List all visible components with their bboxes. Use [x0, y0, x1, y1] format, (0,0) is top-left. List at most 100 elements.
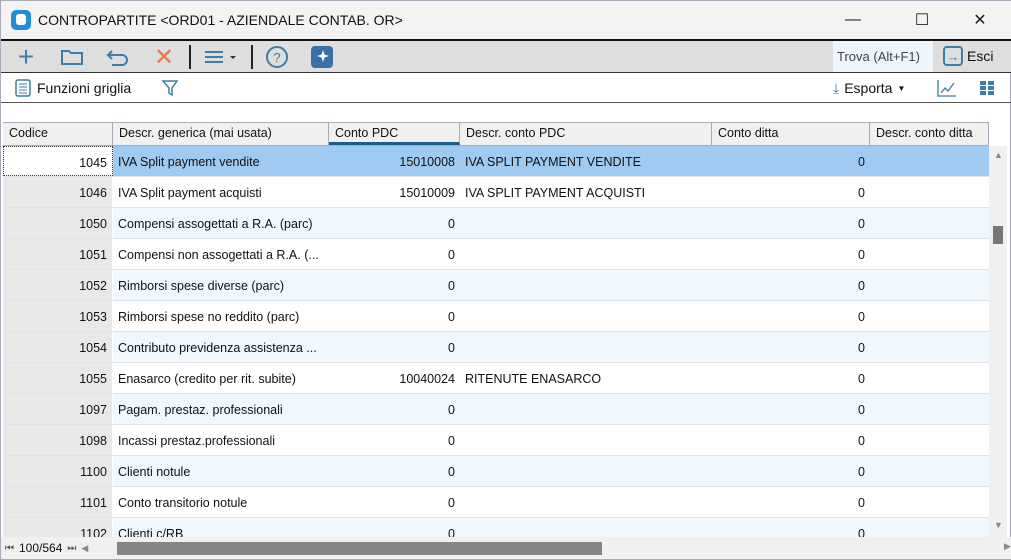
cell-codice[interactable]: 1051	[3, 239, 113, 269]
cell-descr-generica[interactable]: IVA Split payment vendite	[113, 146, 329, 176]
table-row[interactable]: 1100 Clienti notule 0 0	[3, 456, 989, 487]
grid-layout-icon[interactable]	[979, 77, 995, 99]
cell-codice[interactable]: 1055	[3, 363, 113, 393]
column-header-descr-conto-ditta[interactable]: Descr. conto ditta	[870, 123, 989, 145]
cell-conto-ditta[interactable]: 0	[712, 487, 870, 517]
cell-codice[interactable]: 1098	[3, 425, 113, 455]
export-button[interactable]: ⤓ Esporta ▼	[833, 77, 905, 99]
column-header-descr-conto-pdc[interactable]: Descr. conto PDC	[460, 123, 712, 145]
open-folder-icon[interactable]	[57, 44, 87, 70]
table-row[interactable]: 1046 IVA Split payment acquisti 15010009 IV…	[3, 177, 989, 208]
cell-conto-ditta[interactable]: 0	[712, 425, 870, 455]
table-row[interactable]: 1098 Incassi prestaz.professionali 0 0	[3, 425, 989, 456]
cell-conto-ditta[interactable]: 0	[712, 456, 870, 486]
cell-conto-pdc[interactable]: 0	[329, 425, 460, 455]
cell-conto-pdc[interactable]: 0	[329, 518, 460, 537]
cell-conto-pdc[interactable]: 15010008	[329, 146, 460, 176]
cell-codice[interactable]: 1054	[3, 332, 113, 362]
exit-button[interactable]: → Esci	[943, 43, 993, 69]
cell-descr-conto-ditta[interactable]	[870, 425, 989, 455]
last-record-icon[interactable]: ⏭	[67, 543, 76, 554]
cell-descr-generica[interactable]: Compensi non assogettati a R.A. (...	[113, 239, 329, 269]
cell-descr-conto-ditta[interactable]	[870, 394, 989, 424]
minimize-button[interactable]: —	[830, 1, 876, 39]
delete-icon[interactable]: ✕	[149, 44, 179, 71]
cell-descr-generica[interactable]: Conto transitorio notule	[113, 487, 329, 517]
vertical-scroll-thumb[interactable]	[993, 226, 1003, 244]
table-row[interactable]: 1050 Compensi assogettati a R.A. (parc) 0 0	[3, 208, 989, 239]
cell-descr-generica[interactable]: Clienti notule	[113, 456, 329, 486]
cell-descr-conto-pdc[interactable]	[460, 425, 712, 455]
cell-conto-ditta[interactable]: 0	[712, 177, 870, 207]
cell-conto-pdc[interactable]: 0	[329, 301, 460, 331]
cell-descr-conto-pdc[interactable]	[460, 332, 712, 362]
cell-conto-pdc[interactable]: 0	[329, 456, 460, 486]
cell-codice[interactable]: 1053	[3, 301, 113, 331]
ai-assistant-icon[interactable]	[309, 44, 335, 70]
cell-descr-conto-pdc[interactable]	[460, 239, 712, 269]
cell-descr-conto-ditta[interactable]	[870, 456, 989, 486]
cell-descr-conto-pdc[interactable]	[460, 456, 712, 486]
column-header-descr-generica[interactable]: Descr. generica (mai usata)	[113, 123, 329, 145]
table-row[interactable]: 1102 Clienti c/RB 0 0	[3, 518, 989, 537]
cell-descr-conto-pdc[interactable]	[460, 487, 712, 517]
column-header-conto-ditta[interactable]: Conto ditta	[712, 123, 870, 145]
column-header-codice[interactable]: Codice	[3, 123, 113, 145]
add-icon[interactable]: +	[11, 41, 41, 72]
cell-conto-pdc[interactable]: 15010009	[329, 177, 460, 207]
cell-descr-conto-pdc[interactable]	[460, 518, 712, 537]
cell-conto-ditta[interactable]: 0	[712, 301, 870, 331]
scroll-up-icon[interactable]: ▲	[994, 150, 1003, 160]
chart-icon[interactable]	[937, 77, 957, 99]
cell-conto-ditta[interactable]: 0	[712, 146, 870, 176]
cell-descr-conto-ditta[interactable]	[870, 301, 989, 331]
table-row[interactable]: 1054 Contributo previdenza assistenza ...…	[3, 332, 989, 363]
close-button[interactable]: ✕	[957, 1, 1003, 39]
cell-conto-pdc[interactable]: 0	[329, 332, 460, 362]
cell-codice[interactable]: 1052	[3, 270, 113, 300]
cell-descr-conto-pdc[interactable]	[460, 394, 712, 424]
cell-conto-ditta[interactable]: 0	[712, 363, 870, 393]
find-button[interactable]: Trova (Alt+F1)	[833, 41, 933, 72]
cell-conto-pdc[interactable]: 0	[329, 270, 460, 300]
table-row[interactable]: 1055 Enasarco (credito per rit. subite) 10…	[3, 363, 989, 394]
cell-codice[interactable]: 1050	[3, 208, 113, 238]
maximize-button[interactable]: ☐	[899, 1, 945, 39]
cell-descr-conto-pdc[interactable]: IVA SPLIT PAYMENT ACQUISTI	[460, 177, 712, 207]
scroll-down-icon[interactable]: ▼	[994, 520, 1003, 530]
column-header-conto-pdc[interactable]: Conto PDC	[329, 123, 460, 145]
cell-descr-generica[interactable]: Pagam. prestaz. professionali	[113, 394, 329, 424]
cell-descr-generica[interactable]: Compensi assogettati a R.A. (parc)	[113, 208, 329, 238]
cell-descr-conto-ditta[interactable]	[870, 363, 989, 393]
table-row[interactable]: 1053 Rimborsi spese no reddito (parc) 0 0	[3, 301, 989, 332]
table-row[interactable]: 1097 Pagam. prestaz. professionali 0 0	[3, 394, 989, 425]
cell-descr-conto-ditta[interactable]	[870, 208, 989, 238]
table-row[interactable]: 1101 Conto transitorio notule 0 0	[3, 487, 989, 518]
grid-functions-button[interactable]: Funzioni griglia	[14, 77, 131, 99]
cell-conto-ditta[interactable]: 0	[712, 208, 870, 238]
cell-descr-conto-ditta[interactable]	[870, 332, 989, 362]
table-row[interactable]: 1051 Compensi non assogettati a R.A. (...…	[3, 239, 989, 270]
cell-codice[interactable]: 1101	[3, 487, 113, 517]
cell-conto-ditta[interactable]: 0	[712, 270, 870, 300]
cell-codice[interactable]: 1100	[3, 456, 113, 486]
cell-descr-conto-pdc[interactable]: RITENUTE ENASARCO	[460, 363, 712, 393]
cell-conto-pdc[interactable]: 10040024	[329, 363, 460, 393]
cell-descr-conto-ditta[interactable]	[870, 177, 989, 207]
cell-conto-ditta[interactable]: 0	[712, 239, 870, 269]
cell-descr-conto-ditta[interactable]	[870, 270, 989, 300]
cell-descr-conto-pdc[interactable]	[460, 270, 712, 300]
undo-icon[interactable]	[103, 44, 133, 70]
table-row[interactable]: 1045 IVA Split payment vendite 15010008 IVA…	[3, 146, 989, 177]
cell-descr-generica[interactable]: Rimborsi spese diverse (parc)	[113, 270, 329, 300]
cell-descr-conto-pdc[interactable]	[460, 208, 712, 238]
cell-codice[interactable]: 1046	[3, 177, 113, 207]
cell-descr-conto-ditta[interactable]	[870, 518, 989, 537]
cell-descr-generica[interactable]: IVA Split payment acquisti	[113, 177, 329, 207]
vertical-scrollbar[interactable]: ▲ ▼	[989, 146, 1007, 537]
cell-codice[interactable]: 1045	[3, 146, 113, 176]
cell-descr-conto-pdc[interactable]	[460, 301, 712, 331]
cell-descr-generica[interactable]: Clienti c/RB	[113, 518, 329, 537]
cell-conto-ditta[interactable]: 0	[712, 394, 870, 424]
cell-conto-pdc[interactable]: 0	[329, 208, 460, 238]
